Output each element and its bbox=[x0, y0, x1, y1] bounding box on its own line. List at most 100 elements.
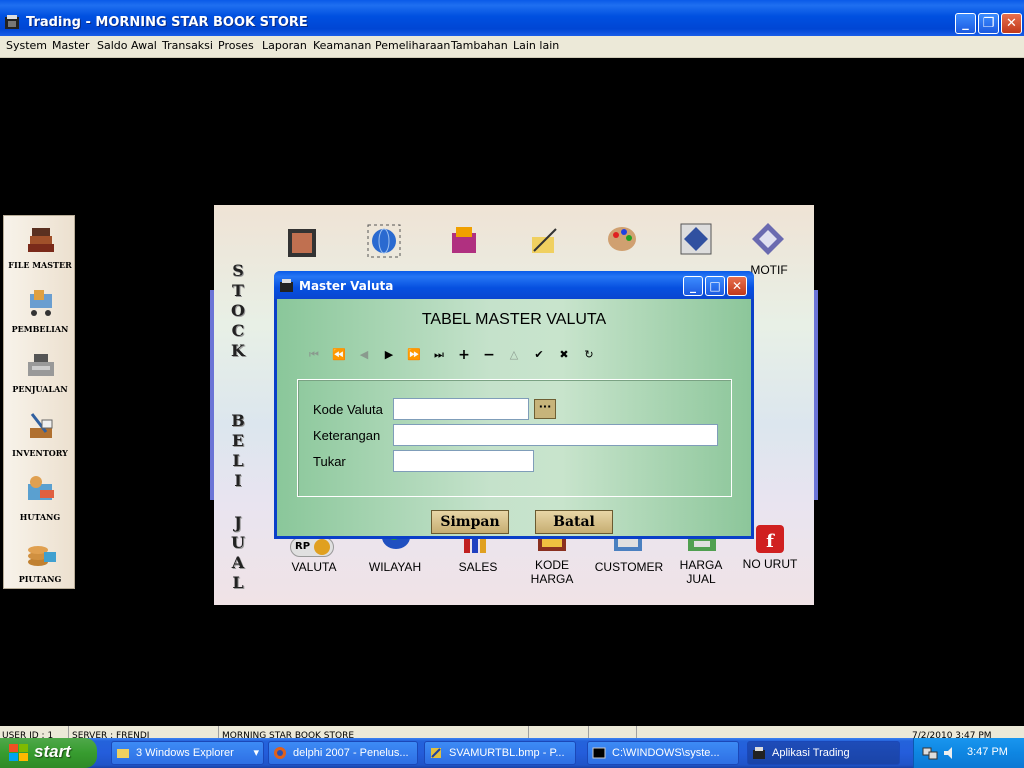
chevron-down-icon: ▾ bbox=[253, 747, 259, 759]
nav-next-button[interactable]: ▶ bbox=[378, 347, 400, 363]
nav-next-page-button[interactable]: ⏩ bbox=[403, 347, 425, 363]
no-urut-label: NO URUT bbox=[742, 557, 798, 571]
toolbar-inventory[interactable]: INVENTORY bbox=[4, 408, 76, 458]
app-icon bbox=[753, 747, 765, 759]
menu-lain-lain[interactable]: Lain lain bbox=[513, 39, 559, 52]
menu-master[interactable]: Master bbox=[52, 39, 90, 52]
menu-bar: System Master Saldo Awal Transaksi Prose… bbox=[0, 36, 1024, 58]
task-aplikasi-trading[interactable]: Aplikasi Trading bbox=[747, 741, 900, 765]
quality-icon[interactable] bbox=[678, 221, 714, 257]
measure-icon[interactable] bbox=[526, 223, 562, 259]
menu-laporan[interactable]: Laporan bbox=[262, 39, 307, 52]
hutang-icon bbox=[28, 476, 54, 500]
nav-last-button[interactable]: ⏭ bbox=[428, 347, 450, 363]
wilayah-label: WILAYAH bbox=[368, 560, 422, 574]
stock-item-icon[interactable] bbox=[284, 225, 320, 261]
app-icon bbox=[5, 15, 19, 29]
left-toolbar: FILE MASTER PEMBELIAN PENJUALAN INVENTOR… bbox=[3, 215, 75, 589]
dialog-title: Master Valuta bbox=[299, 279, 394, 293]
abc-blocks-icon[interactable] bbox=[446, 223, 482, 259]
toolbar-pembelian-label: PEMBELIAN bbox=[11, 324, 69, 334]
coins-icon bbox=[28, 546, 56, 566]
section-stock-label: STOCK bbox=[231, 261, 245, 360]
dialog-maximize-button[interactable]: □ bbox=[705, 276, 725, 296]
taskbar-clock[interactable]: 3:47 PM bbox=[967, 746, 1008, 758]
nav-post-button[interactable]: ✔ bbox=[528, 347, 550, 363]
maximize-button[interactable]: ❐ bbox=[978, 13, 999, 34]
menu-system[interactable]: System bbox=[6, 39, 47, 52]
nav-prior-button[interactable]: ◀ bbox=[353, 347, 375, 363]
task-cmd[interactable]: C:\WINDOWS\syste... bbox=[587, 741, 739, 765]
status-store-name: MORNING STAR BOOK STORE bbox=[222, 726, 529, 738]
dialog-close-button[interactable]: ✕ bbox=[727, 276, 747, 296]
toolbar-hutang[interactable]: HUTANG bbox=[4, 470, 76, 522]
menu-keamanan[interactable]: Keamanan bbox=[313, 39, 371, 52]
kode-valuta-input[interactable] bbox=[393, 398, 529, 420]
firefox-icon bbox=[274, 747, 286, 759]
console-icon bbox=[592, 747, 606, 759]
nav-cancel-button[interactable]: ✖ bbox=[553, 347, 575, 363]
paint-icon bbox=[431, 748, 441, 758]
motif-icon[interactable] bbox=[750, 221, 786, 257]
menu-pemeliharaan[interactable]: Pemeliharaan bbox=[375, 39, 450, 52]
palette-icon[interactable] bbox=[604, 221, 640, 257]
toolbar-inventory-label: INVENTORY bbox=[12, 448, 68, 458]
keterangan-input[interactable] bbox=[393, 424, 718, 446]
menu-transaksi[interactable]: Transaksi bbox=[162, 39, 213, 52]
dialog-heading: TABEL MASTER VALUTA bbox=[421, 311, 607, 328]
nav-prior-page-button[interactable]: ⏪ bbox=[328, 347, 350, 363]
toolbar-piutang-label: PIUTANG bbox=[18, 574, 62, 584]
minimize-button[interactable]: _ bbox=[955, 13, 976, 34]
menu-proses[interactable]: Proses bbox=[218, 39, 254, 52]
system-tray: 3:47 PM bbox=[913, 738, 1024, 768]
dialog-minimize-button[interactable]: _ bbox=[683, 276, 703, 296]
keterangan-label: Keterangan bbox=[313, 428, 381, 443]
toolbar-file-master-label: FILE MASTER bbox=[8, 260, 72, 270]
volume-icon[interactable] bbox=[942, 745, 958, 761]
dialog-title-bar: Master Valuta _ □ ✕ bbox=[274, 271, 754, 299]
windows-logo-icon bbox=[9, 744, 28, 761]
inventory-icon bbox=[30, 413, 53, 438]
kode-valuta-lookup-button[interactable]: ··· bbox=[534, 399, 556, 419]
toolbar-pembelian[interactable]: PEMBELIAN bbox=[4, 284, 76, 334]
close-button[interactable]: ✕ bbox=[1001, 13, 1022, 34]
batal-button[interactable]: Batal bbox=[535, 510, 613, 534]
tukar-label: Tukar bbox=[313, 454, 346, 469]
globe-icon[interactable] bbox=[366, 223, 402, 259]
status-user-id: USER ID : 1 bbox=[2, 726, 69, 738]
kode-valuta-label: Kode Valuta bbox=[313, 402, 383, 417]
task-firefox[interactable]: delphi 2007 - Penelus... bbox=[268, 741, 418, 765]
toolbar-penjualan[interactable]: PENJUALAN bbox=[4, 344, 76, 394]
cash-register-icon bbox=[28, 354, 54, 376]
tukar-input[interactable] bbox=[393, 450, 534, 472]
master-valuta-dialog: Master Valuta _ □ ✕ TABEL MASTER VALUTA … bbox=[274, 271, 754, 539]
shopping-cart-icon bbox=[30, 290, 52, 316]
status-cell-4 bbox=[532, 726, 589, 738]
status-datetime: 7/2/2010 3:47 PM bbox=[912, 731, 992, 738]
start-label: start bbox=[34, 742, 71, 761]
nav-delete-button[interactable]: − bbox=[478, 347, 500, 363]
network-icon[interactable] bbox=[922, 745, 938, 761]
toolbar-penjualan-label: PENJUALAN bbox=[12, 384, 68, 394]
valuta-icon[interactable]: RP bbox=[290, 537, 334, 557]
task-paint[interactable]: SVAMURTBL.bmp - P... bbox=[424, 741, 576, 765]
toolbar-file-master[interactable]: FILE MASTER bbox=[4, 222, 76, 272]
toolbar-piutang[interactable]: PIUTANG bbox=[4, 534, 76, 584]
dialog-body: TABEL MASTER VALUTA ⏮ ⏪ ◀ ▶ ⏩ ⏭ + − △ ✔ … bbox=[277, 299, 751, 536]
task-windows-explorer[interactable]: 3 Windows Explorer ▾ bbox=[111, 741, 264, 765]
section-beli-label: BELI bbox=[231, 411, 245, 490]
nav-refresh-button[interactable]: ↻ bbox=[578, 347, 600, 363]
nav-edit-button[interactable]: △ bbox=[503, 347, 525, 363]
menu-saldo-awal[interactable]: Saldo Awal bbox=[97, 39, 157, 52]
menu-tambahan[interactable]: Tambahan bbox=[451, 39, 508, 52]
toolbar-hutang-label: HUTANG bbox=[19, 512, 61, 522]
app-title: Trading - MORNING STAR BOOK STORE bbox=[26, 15, 308, 30]
books-icon bbox=[28, 228, 54, 252]
nav-first-button[interactable]: ⏮ bbox=[303, 347, 325, 363]
status-cell-5 bbox=[592, 726, 637, 738]
nav-insert-button[interactable]: + bbox=[453, 347, 475, 363]
no-urut-icon[interactable]: f bbox=[752, 521, 788, 557]
status-server: SERVER : FRENDI bbox=[72, 726, 219, 738]
start-button[interactable]: start bbox=[0, 738, 97, 768]
simpan-button[interactable]: Simpan bbox=[431, 510, 509, 534]
